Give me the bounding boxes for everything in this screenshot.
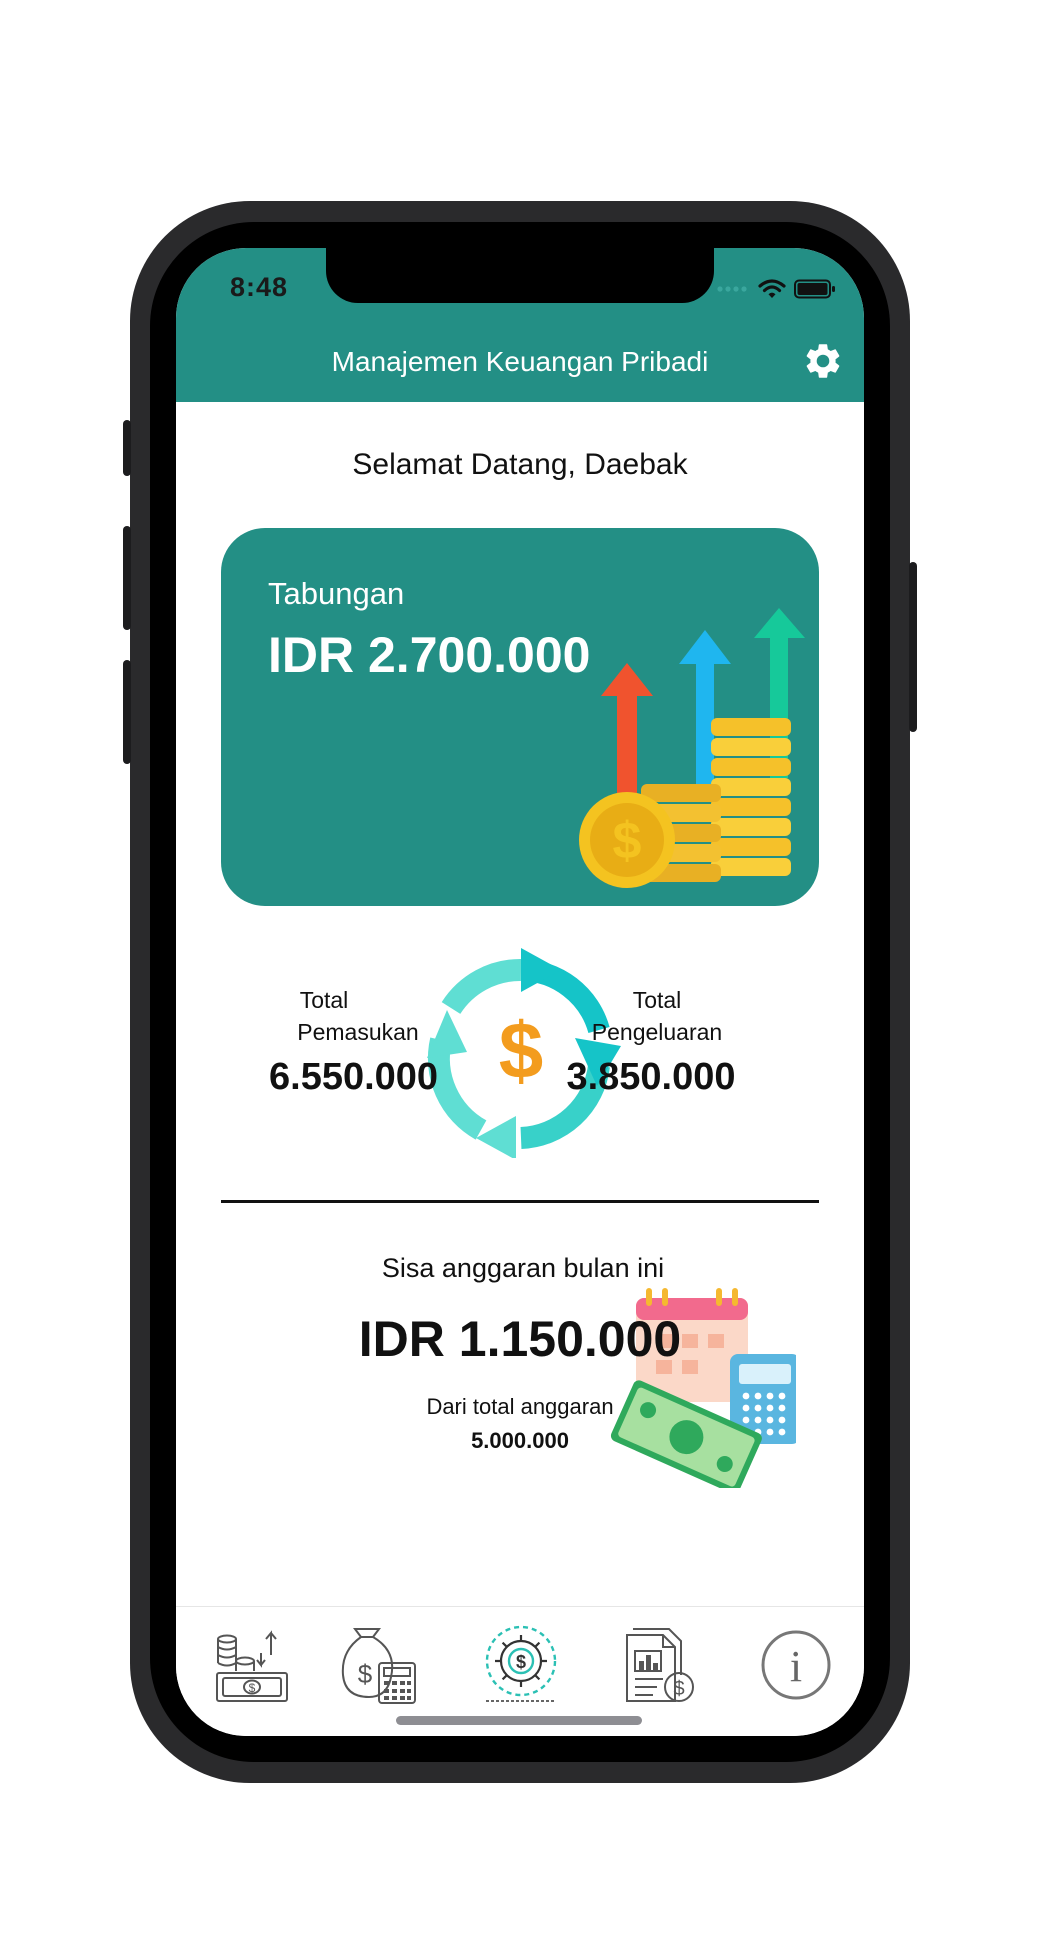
volume-up-button [123, 526, 131, 630]
budget-remaining-label: Sisa anggaran bulan ini [381, 1253, 665, 1283]
svg-text:$: $ [249, 1681, 256, 1695]
growth-coins-icon: $ [579, 608, 805, 888]
mute-switch [123, 420, 131, 476]
notch [326, 248, 714, 303]
savings-card: Tabungan IDR 2.700.000 $ [221, 528, 819, 906]
svg-text:$: $ [516, 1652, 526, 1672]
gear-icon[interactable] [802, 340, 844, 382]
svg-text:$: $ [358, 1659, 373, 1689]
expense-label-2: Pengeluaran [591, 1019, 723, 1045]
budget-total-label: Dari total anggaran [426, 1394, 614, 1419]
home-indicator[interactable] [396, 1716, 642, 1725]
tab-budget[interactable]: $ [339, 1625, 419, 1705]
income-summary: Total Pemasukan 6.550.000 [224, 984, 494, 1099]
status-time: 8:48 [230, 272, 289, 302]
expense-label-1: Total [632, 987, 682, 1013]
totals-section: $ Total Pemasukan 6.550.000 Total Pengel… [176, 948, 864, 1188]
power-button [909, 562, 917, 732]
svg-text:i: i [790, 1642, 802, 1691]
cellular-signal-icon [717, 286, 747, 292]
status-icons [716, 278, 836, 300]
expense-summary: Total Pengeluaran 3.850.000 [506, 984, 796, 1099]
tab-transactions[interactable]: $ [213, 1625, 293, 1705]
expense-value: 3.850.000 [566, 1056, 736, 1098]
income-label-2: Pemasukan [297, 1019, 419, 1045]
section-divider [221, 1200, 819, 1203]
svg-text:$: $ [673, 1678, 684, 1700]
svg-text:$: $ [613, 812, 642, 870]
income-label-1: Total [299, 987, 349, 1013]
tab-report[interactable]: $ [621, 1625, 701, 1705]
savings-label: Tabungan [268, 576, 405, 611]
battery-icon [794, 279, 835, 299]
screen: 8:48 Manajemen Keuangan Pribadi Selamat … [176, 248, 864, 1736]
wifi-icon [758, 279, 786, 298]
budget-remaining-amount: IDR 1.150.000 [358, 1311, 682, 1367]
app-title: Manajemen Keuangan Pribadi [331, 346, 709, 377]
app-header: 8:48 Manajemen Keuangan Pribadi [176, 248, 864, 402]
info-icon[interactable]: i [756, 1625, 836, 1705]
income-value: 6.550.000 [269, 1056, 439, 1098]
welcome-message: Selamat Datang, Daebak [352, 448, 688, 481]
volume-down-button [123, 660, 131, 764]
savings-amount: IDR 2.700.000 [268, 627, 591, 683]
tab-dashboard[interactable]: $ [478, 1621, 564, 1707]
budget-total-value: 5.000.000 [471, 1428, 569, 1453]
